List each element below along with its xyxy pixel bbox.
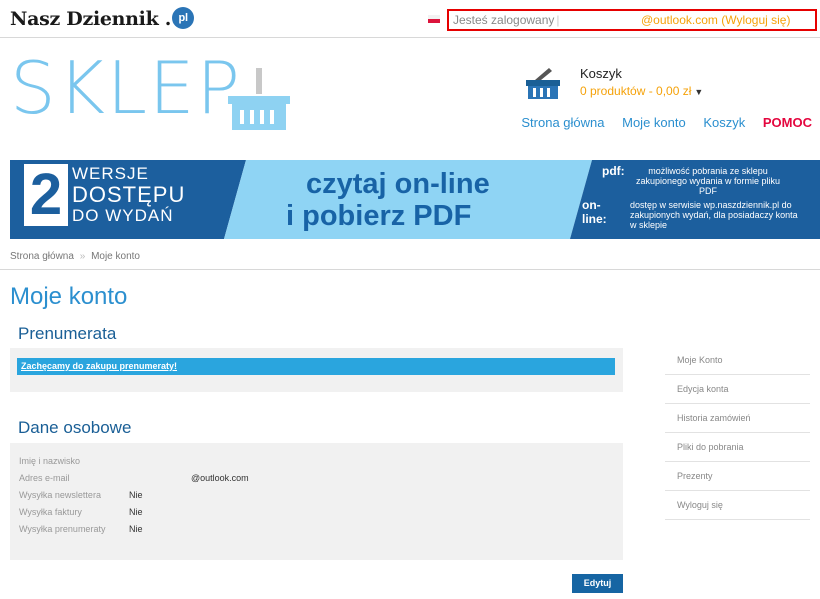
page-title: Moje konto: [10, 283, 128, 310]
pdf-text: możliwość pobrania ze sklepu zakupionego…: [635, 166, 781, 196]
breadcrumb: Strona główna » Moje konto: [10, 251, 140, 262]
edit-button[interactable]: Edytuj: [572, 574, 623, 593]
account-sidebar: Moje Konto Edycja konta Historia zamówie…: [665, 346, 810, 520]
banner-line3: DO WYDAŃ: [72, 206, 174, 225]
cart-summary[interactable]: 0 produktów - 0,00 zł ▼: [580, 84, 703, 98]
main-nav: Strona główna Moje konto Koszyk POMOC: [507, 115, 812, 130]
banner-line2: DOSTĘPU: [72, 182, 186, 207]
online-text: dostęp w serwisie wp.naszdziennik.pl do …: [630, 200, 798, 230]
field-label: Wysyłka faktury: [19, 507, 82, 517]
cart-summary-text: 0 produktów - 0,00 zł: [580, 84, 692, 98]
chevron-down-icon[interactable]: ▼: [694, 87, 703, 97]
field-label: Wysyłka newslettera: [19, 490, 101, 500]
breadcrumb-separator: »: [79, 251, 86, 262]
field-value: Nie: [129, 490, 143, 500]
field-value: @outlook.com: [191, 473, 249, 483]
cart-title[interactable]: Koszyk: [580, 66, 622, 81]
subscription-promo-link[interactable]: Zachęcamy do zakupu prenumeraty!: [17, 358, 615, 375]
personal-data-heading: Dane osobowe: [18, 418, 132, 437]
field-value: Nie: [129, 507, 143, 517]
login-email-group: @outlook.com (Wyloguj się): [641, 11, 790, 29]
sidebar-item-downloads[interactable]: Pliki do pobrania: [665, 433, 810, 462]
sidebar-item-order-history[interactable]: Historia zamówień: [665, 404, 810, 433]
logo-badge: pl: [172, 7, 195, 29]
nav-help[interactable]: POMOC: [763, 115, 812, 130]
paren-close: ): [786, 13, 791, 27]
field-label: Wysyłka prenumeraty: [19, 524, 106, 534]
top-bar: Nasz Dziennik . pl Jesteś zalogowany | @ou…: [0, 0, 820, 38]
nav-cart[interactable]: Koszyk: [703, 115, 745, 130]
text-cursor-icon: |: [556, 13, 560, 27]
sidebar-item-logout[interactable]: Wyloguj się: [665, 491, 810, 520]
nav-home[interactable]: Strona główna: [521, 115, 604, 130]
promo-banner[interactable]: 2 WERSJE DOSTĘPU DO WYDAŃ czytaj on-line…: [10, 160, 820, 239]
sidebar-item-my-account[interactable]: Moje Konto: [665, 346, 810, 375]
logout-link[interactable]: Wyloguj się: [725, 13, 786, 27]
online-key: on-line:: [582, 198, 607, 226]
field-label: Adres e-mail: [19, 473, 70, 483]
pdf-key: pdf:: [602, 164, 625, 178]
banner-headline-1: czytaj on-line: [306, 168, 490, 200]
login-status: Jesteś zalogowany | @outlook.com (Wyloguj…: [447, 9, 817, 31]
divider: [0, 269, 820, 270]
cart-icon[interactable]: [525, 66, 561, 100]
breadcrumb-home[interactable]: Strona główna: [10, 251, 74, 262]
breadcrumb-current: Moje konto: [91, 251, 140, 262]
sidebar-item-edit-account[interactable]: Edycja konta: [665, 375, 810, 404]
logo-text: Nasz Dziennik: [10, 8, 159, 30]
personal-data-panel: [10, 443, 623, 560]
field-label: Imię i nazwisko: [19, 456, 81, 466]
login-email: @outlook.com: [641, 13, 718, 27]
login-prefix: Jesteś zalogowany: [453, 13, 555, 27]
logo-dot: .: [164, 8, 172, 30]
banner-number: 2: [24, 164, 68, 226]
nav-my-account[interactable]: Moje konto: [622, 115, 686, 130]
basket-logo-icon: [228, 68, 290, 130]
field-value: Nie: [129, 524, 143, 534]
site-logo[interactable]: Nasz Dziennik . pl: [10, 7, 195, 31]
banner-line1: WERSJE: [72, 164, 149, 183]
polish-flag-icon[interactable]: [428, 15, 440, 23]
subscription-heading: Prenumerata: [18, 324, 117, 343]
sidebar-item-gifts[interactable]: Prezenty: [665, 462, 810, 491]
banner-headline-2: i pobierz PDF: [286, 200, 472, 232]
shop-title: SKLEP: [10, 46, 242, 130]
